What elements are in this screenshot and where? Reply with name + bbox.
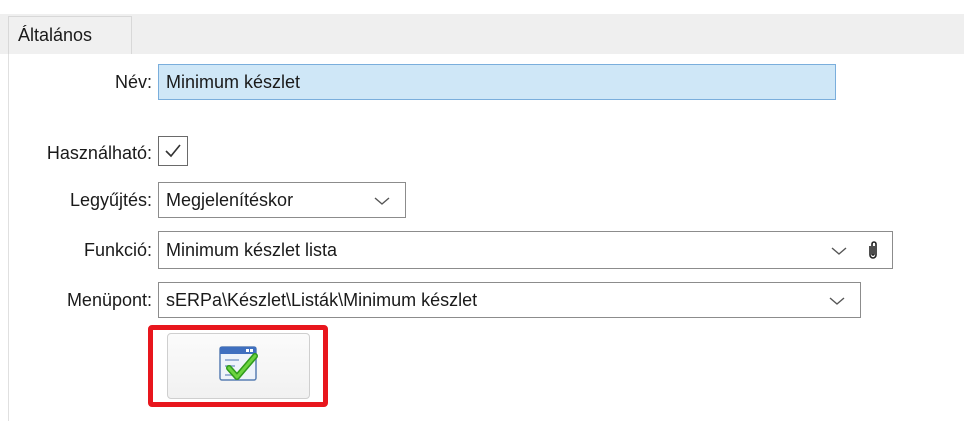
legyujtes-select[interactable]: Megjelenítéskor [158, 182, 406, 218]
tab-bar [0, 14, 964, 54]
paperclip-icon[interactable] [866, 240, 880, 260]
legyujtes-label: Legyűjtés: [69, 190, 152, 210]
funkcio-label: Funkció: [83, 240, 152, 260]
legyujtes-value: Megjelenítéskor [166, 189, 294, 210]
nev-input[interactable]: Minimum készlet [158, 64, 836, 100]
funkcio-select[interactable]: Minimum készlet lista [158, 231, 893, 269]
chevron-down-icon[interactable] [828, 295, 846, 307]
window-top-strip [0, 0, 964, 14]
nev-label: Név: [114, 72, 152, 92]
highlight-box [148, 325, 328, 407]
chevron-down-icon[interactable] [830, 245, 848, 257]
hasznalhato-checkbox[interactable] [158, 136, 188, 166]
nev-value: Minimum készlet [166, 71, 301, 92]
funkcio-value: Minimum készlet lista [166, 239, 338, 260]
menupont-value: sERPa\Készlet\Listák\Minimum készlet [166, 289, 478, 310]
checkmark-icon [165, 144, 181, 158]
tab-label: Általános [18, 25, 93, 45]
tab-altalanos[interactable]: Általános [8, 16, 132, 54]
menupont-label: Menüpont: [66, 290, 152, 310]
hasznalhato-label: Használható: [46, 143, 152, 163]
chevron-down-icon[interactable] [373, 195, 391, 207]
menupont-select[interactable]: sERPa\Készlet\Listák\Minimum készlet [158, 282, 861, 318]
